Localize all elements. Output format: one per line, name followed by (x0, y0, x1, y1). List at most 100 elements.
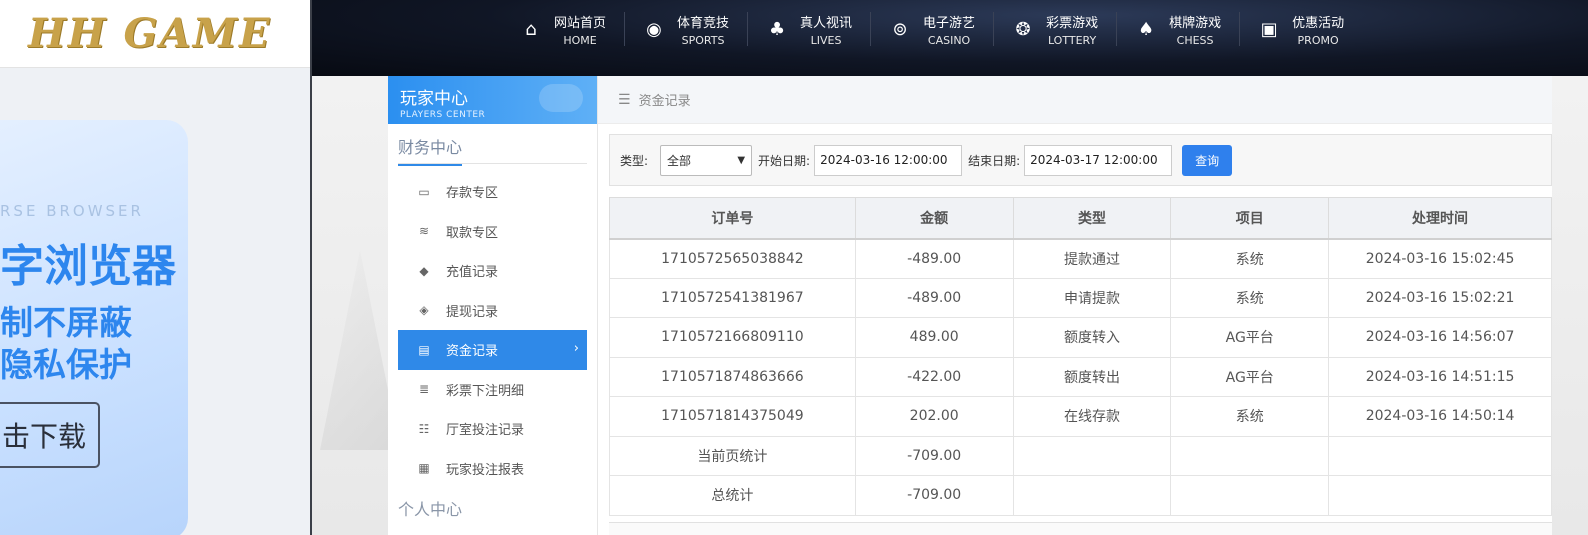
nav-label-en: LIVES (810, 33, 842, 47)
table-cell: 1710572565038842 (609, 238, 856, 279)
promo-line-3: 隐私保护 (0, 345, 132, 384)
table-cell: 1710571814375049 (609, 396, 856, 437)
table-cell: 系统 (1170, 396, 1330, 437)
table-row: 1710572541381967 -489.00 申请提款 系统 2024-03-16 … (609, 278, 1552, 318)
table-cell (1012, 475, 1172, 516)
breadcrumb-label: 资金记录 (638, 94, 691, 109)
nav-label-en: CASINO (927, 33, 971, 47)
nav-item-home[interactable]: ⌂ 网站首页 HOME (502, 12, 626, 47)
table-row: 1710571874863666 -422.00 额度转出 AG平台 2024-03-1… (609, 357, 1552, 397)
main-panel: ☰ 资金记录 类型: 全部 ▼ 开始日期: 2024-03-16 12:00:0… (598, 76, 1552, 535)
sidebar-item-2[interactable]: ≋ 取款专区 (398, 212, 587, 252)
table-cell: 2024-03-16 15:02:45 (1328, 238, 1552, 279)
nav-items: ⌂ 网站首页 HOME ◉ 体育竞技 SPORTS ♣ 真人视讯 LIVES ⊚ 电子游艺 CASIN… (502, 12, 1362, 47)
table-cell: 额度转出 (1012, 357, 1172, 397)
type-label: 类型: (620, 153, 649, 168)
nav-item-casino[interactable]: ⊚ 电子游艺 CASINO (871, 12, 995, 47)
menu-icon[interactable]: ☰ (618, 92, 631, 108)
sidebar-item-label: 厅室投注记录 (446, 423, 525, 439)
nav-label-zh: 真人视讯 (800, 15, 853, 31)
sidebar-item-label: 彩票下注明细 (446, 383, 525, 399)
sidebar-item-8[interactable]: ▦ 玩家投注报表 (398, 449, 587, 489)
basketball-icon: ◉ (646, 18, 662, 40)
nav-item-sports[interactable]: ◉ 体育竞技 SPORTS (625, 12, 749, 47)
table-cell: 2024-03-16 14:51:15 (1328, 357, 1552, 397)
nav-item-lottery[interactable]: ❂ 彩票游戏 LOTTERY (994, 12, 1118, 47)
gamepad-icon (539, 84, 583, 112)
sidebar-item-label: 资金记录 (446, 344, 499, 360)
gift-icon: ▣ (1260, 18, 1278, 40)
table-cell: 1710572541381967 (609, 278, 856, 318)
section-personal-label[interactable]: 个人中心 (398, 500, 462, 519)
chevron-right-icon: › (573, 341, 579, 356)
sidebar-item-label: 提现记录 (446, 304, 499, 320)
column-header: 类型 (1012, 197, 1172, 240)
funds-record-icon: ▤ (418, 342, 430, 357)
promo-line-2: 制不屏蔽 (0, 303, 132, 342)
table-cell: AG平台 (1170, 357, 1330, 397)
table-cell: 系统 (1170, 278, 1330, 318)
sidebar-item-5[interactable]: ▤ 资金记录 › (398, 330, 587, 370)
column-header: 订单号 (609, 197, 856, 240)
sidebar-header: 玩家中心 PLAYERS CENTER (388, 76, 597, 124)
spade-icon: ♠ (1138, 18, 1155, 40)
table-cell: 额度转入 (1012, 317, 1172, 358)
sidebar-item-6[interactable]: ≣ 彩票下注明细 (398, 370, 587, 410)
table-cell: 总统计 (609, 475, 856, 516)
nav-label-en: SPORTS (681, 33, 725, 47)
table-row: 1710572166809110 489.00 额度转入 AG平台 2024-03-16… (609, 317, 1552, 358)
table-cell: 2024-03-16 14:50:14 (1328, 396, 1552, 437)
sidebar-item-label: 取款专区 (446, 225, 499, 241)
funds-record-table: 订单号 金额 类型 项目 处理时间 1710572565038842 -489.00 提款通… (609, 197, 1552, 516)
sidebar-item-4[interactable]: ◈ 提现记录 (398, 291, 587, 331)
nav-item-chess[interactable]: ♠ 棋牌游戏 CHESS (1117, 12, 1241, 47)
nav-item-lives[interactable]: ♣ 真人视讯 LIVES (748, 12, 872, 47)
breadcrumb: ☰ 资金记录 (598, 76, 1552, 124)
table-cell (1012, 436, 1172, 476)
end-date-label: 结束日期: (968, 153, 1021, 168)
table-cell: 202.00 (854, 396, 1014, 437)
nav-label-zh: 体育竞技 (677, 15, 730, 31)
home-icon: ⌂ (525, 18, 537, 40)
table-body: 1710572565038842 -489.00 提款通过 系统 2024-03-16 … (609, 238, 1552, 516)
sidebar-item-3[interactable]: ◆ 充值记录 (398, 251, 587, 291)
section-personal: 个人中心 (398, 496, 587, 520)
sidebar-item-1[interactable]: ▭ 存款专区 (398, 172, 587, 212)
table-cell: 在线存款 (1012, 396, 1172, 437)
type-select[interactable]: 全部 ▼ (660, 144, 753, 176)
logo-bar: HH GAME (0, 0, 312, 68)
column-header: 金额 (854, 197, 1014, 240)
table-row: 1710571814375049 202.00 在线存款 系统 2024-03-16 1… (609, 396, 1552, 437)
chevron-down-icon: ▼ (737, 154, 746, 166)
query-button[interactable]: 查询 (1182, 144, 1233, 176)
table-cell: 2024-03-16 15:02:21 (1328, 278, 1552, 318)
end-date-input[interactable]: 2024-03-17 12:00:00 (1024, 144, 1173, 176)
start-date-input[interactable]: 2024-03-16 12:00:00 (814, 144, 963, 176)
nav-label-zh: 彩票游戏 (1046, 15, 1099, 31)
withdraw-cash-icon: ≋ (418, 224, 430, 239)
start-date-label: 开始日期: (758, 153, 811, 168)
sidebar-item-label: 充值记录 (446, 265, 499, 281)
lottery-list-icon: ≣ (418, 382, 430, 397)
table-cell (1328, 436, 1552, 476)
site-logo[interactable]: HH GAME (28, 10, 271, 57)
section-finance-label[interactable]: 财务中心 (398, 134, 463, 166)
money-bag-icon: ◆ (419, 263, 429, 278)
table-cell: -489.00 (854, 238, 1014, 279)
table-header-row: 订单号 金额 类型 项目 处理时间 (609, 197, 1552, 240)
sidebar-item-label: 存款专区 (446, 186, 499, 202)
download-button[interactable]: 击下载 (0, 402, 100, 468)
section-finance: 财务中心 (398, 134, 587, 166)
nav-item-promo[interactable]: ▣ 优惠活动 PROMO (1240, 12, 1362, 47)
browser-promo-card: RSE BROWSER 字浏览器 制不屏蔽 隐私保护 击下载 (0, 120, 188, 535)
table-cell: 提款通过 (1012, 238, 1172, 279)
promo-subtitle: RSE BROWSER (0, 202, 144, 220)
table-cell: -709.00 (854, 475, 1014, 516)
table-cell (1328, 475, 1552, 516)
report-icon: ▦ (418, 461, 430, 476)
nav-label-en: CHESS (1176, 33, 1214, 47)
top-navigation: ⌂ 网站首页 HOME ◉ 体育竞技 SPORTS ♣ 真人视讯 LIVES ⊚ 电子游艺 CASIN… (312, 0, 1588, 76)
wallet-icon: ◈ (419, 303, 429, 318)
table-cell: 当前页统计 (609, 436, 856, 476)
sidebar-item-7[interactable]: ☷ 厅室投注记录 (398, 409, 587, 449)
